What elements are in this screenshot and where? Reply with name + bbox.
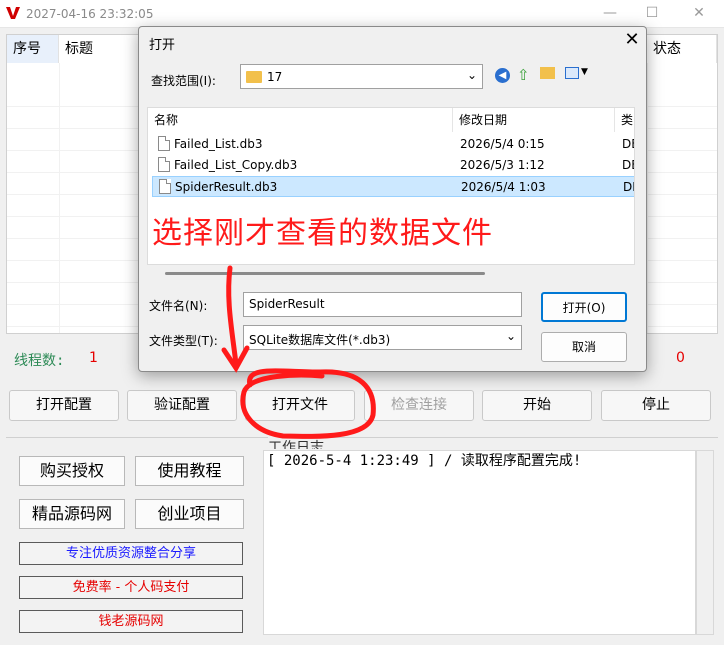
annotation-arrow: [221, 265, 376, 439]
